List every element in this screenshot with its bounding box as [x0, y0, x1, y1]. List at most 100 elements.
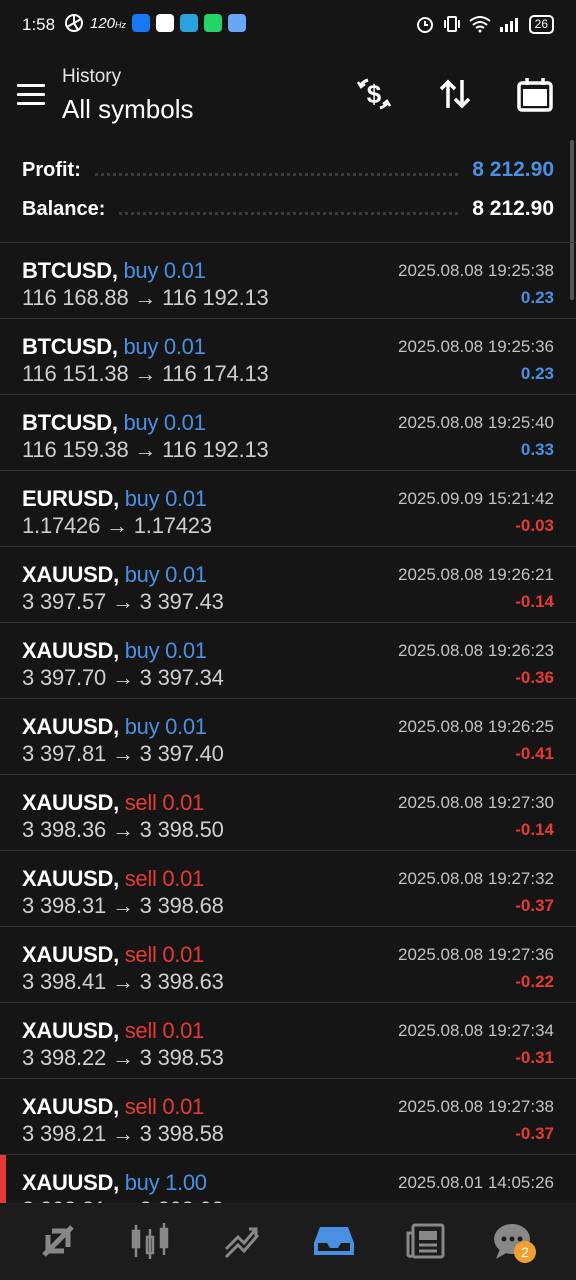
trade-symbol: XAUUSD, sell 0.01 [22, 866, 204, 892]
trade-side-volume: buy 0.01 [124, 562, 207, 587]
trade-profit: -0.03 [515, 516, 554, 535]
profit-summary: Profit: 8 212.90 [22, 156, 554, 184]
status-bar: 1:58 120Hz 26 [0, 0, 576, 52]
trade-row[interactable]: XAUUSD, sell 0.01 3 398.31 → 3 398.68 2025… [0, 850, 576, 926]
quotes-icon [42, 1225, 74, 1257]
symbol-name: XAUUSD, [22, 790, 119, 815]
wifi-icon [469, 16, 491, 33]
trade-time: 2025.08.08 19:27:32 [398, 869, 554, 888]
dollar-exchange-icon: $ [356, 78, 392, 110]
trade-side-volume: sell 0.01 [124, 1018, 205, 1043]
nav-history[interactable] [310, 1217, 358, 1265]
trade-row[interactable]: BTCUSD, buy 0.01 116 151.38 → 116 174.13 2… [0, 318, 576, 394]
symbol-name: XAUUSD, [22, 1094, 119, 1119]
sort-button[interactable] [435, 74, 475, 114]
trade-prices: 3 398.41 → 3 398.63 [22, 969, 224, 994]
trade-time: 2025.08.08 19:25:40 [398, 413, 554, 432]
trade-row[interactable]: XAUUSD, sell 0.01 3 398.22 → 3 398.53 2025… [0, 1002, 576, 1078]
open-position-marker [0, 1155, 6, 1205]
trade-time: 2025.08.01 14:05:26 [398, 1173, 554, 1192]
trade-profit: -0.37 [515, 1124, 554, 1143]
trade-symbol: XAUUSD, buy 0.01 [22, 562, 207, 588]
trade-profit: 0.23 [520, 364, 554, 383]
nav-messages[interactable]: 2 [490, 1217, 538, 1265]
vibrate-icon [443, 16, 460, 32]
trade-row[interactable]: BTCUSD, buy 0.01 116 159.38 → 116 192.13 2… [0, 394, 576, 470]
trade-row[interactable]: XAUUSD, sell 0.01 3 398.36 → 3 398.50 2025… [0, 774, 576, 850]
trade-row[interactable]: XAUUSD, buy 0.01 3 397.57 → 3 397.43 2025.… [0, 546, 576, 622]
status-time: 1:58 [22, 15, 56, 34]
profit-value: 8 212.90 [472, 158, 554, 181]
trade-row[interactable]: XAUUSD, buy 0.01 3 397.70 → 3 397.34 2025.… [0, 622, 576, 698]
trade-profit: 0.23 [520, 288, 554, 307]
symbol-name: EURUSD, [22, 486, 119, 511]
trade-prices: 116 151.38 → 116 174.13 [22, 361, 269, 386]
calendar-icon [517, 78, 553, 112]
balance-label: Balance: [22, 197, 106, 220]
signal-icon [499, 18, 518, 32]
trade-side-volume: buy 0.01 [123, 334, 206, 359]
nav-quotes[interactable] [34, 1217, 82, 1265]
symbol-name: BTCUSD, [22, 334, 118, 359]
svg-text:$: $ [367, 79, 382, 109]
trade-symbol: XAUUSD, sell 0.01 [22, 942, 204, 968]
trade-time: 2025.08.08 19:27:36 [398, 945, 554, 964]
symbol-name: XAUUSD, [22, 562, 119, 587]
messages-badge: 2 [514, 1241, 536, 1263]
trade-symbol: XAUUSD, sell 0.01 [22, 1094, 204, 1120]
trade-prices: 3 398.21 → 3 398.58 [22, 1121, 224, 1146]
symbol-name: XAUUSD, [22, 638, 119, 663]
trade-time: 2025.08.08 19:25:36 [398, 337, 554, 356]
trade-prices: 1.17426 → 1.17423 [22, 513, 212, 538]
calendar-button[interactable] [515, 74, 555, 114]
trade-side-volume: buy 0.01 [124, 486, 207, 511]
deposit-button[interactable]: $ [354, 74, 394, 114]
trade-prices: 3 398.31 → 3 398.68 [22, 893, 224, 918]
trade-profit: -0.14 [515, 592, 554, 611]
trade-side-volume: buy 0.01 [123, 258, 206, 283]
trade-side-volume: sell 0.01 [124, 790, 205, 815]
facebook-icon [132, 14, 151, 32]
trade-symbol: BTCUSD, buy 0.01 [22, 258, 206, 284]
trade-history-list[interactable]: BTCUSD, buy 0.01 116 168.88 → 116 192.13 2… [0, 242, 576, 1230]
nav-news[interactable] [402, 1217, 450, 1265]
status-left-icons: 120Hz [64, 13, 247, 33]
news-icon [406, 1223, 445, 1259]
sort-arrows-icon [439, 79, 471, 109]
trade-side-volume: buy 0.01 [124, 638, 207, 663]
trade-row[interactable]: EURUSD, buy 0.01 1.17426 → 1.17423 2025.09… [0, 470, 576, 546]
pinwheel-icon [65, 14, 83, 32]
trade-symbol: XAUUSD, sell 0.01 [22, 1018, 204, 1044]
trade-row[interactable]: BTCUSD, buy 0.01 116 168.88 → 116 192.13 2… [0, 242, 576, 318]
trade-profit: 0.33 [520, 440, 554, 459]
trade-row[interactable]: XAUUSD, buy 0.01 3 397.81 → 3 397.40 2025.… [0, 698, 576, 774]
trade-time: 2025.08.08 19:27:30 [398, 793, 554, 812]
bottom-navigation: 2 [0, 1203, 576, 1280]
symbol-name: BTCUSD, [22, 258, 118, 283]
trade-symbol: EURUSD, buy 0.01 [22, 486, 207, 512]
trade-row[interactable]: XAUUSD, sell 0.01 3 398.21 → 3 398.58 2025… [0, 1078, 576, 1154]
symbol-name: XAUUSD, [22, 942, 119, 967]
trade-side-volume: sell 0.01 [124, 866, 205, 891]
trade-profit: -0.14 [515, 820, 554, 839]
status-right-icons: 26 [415, 14, 554, 34]
trade-time: 2025.08.08 19:27:34 [398, 1021, 554, 1040]
page-title[interactable]: All symbols [62, 94, 193, 125]
trade-row[interactable]: XAUUSD, sell 0.01 3 398.41 → 3 398.63 2025… [0, 926, 576, 1002]
trade-side-volume: buy 0.01 [124, 714, 207, 739]
trade-prices: 116 168.88 → 116 192.13 [22, 285, 269, 310]
app-icon [156, 14, 175, 32]
nav-trade[interactable] [218, 1217, 266, 1265]
nav-chart[interactable] [126, 1217, 174, 1265]
dotted-leader [94, 172, 459, 176]
symbol-name: XAUUSD, [22, 1170, 119, 1195]
trade-prices: 116 159.38 → 116 192.13 [22, 437, 269, 462]
hamburger-menu-icon[interactable] [17, 84, 45, 106]
trade-profit: -0.37 [515, 896, 554, 915]
trade-profit: -0.36 [515, 668, 554, 687]
trade-prices: 3 397.57 → 3 397.43 [22, 589, 224, 614]
symbol-name: XAUUSD, [22, 866, 119, 891]
trade-time: 2025.08.08 19:26:21 [398, 565, 554, 584]
symbol-name: XAUUSD, [22, 714, 119, 739]
trade-side-volume: buy 0.01 [123, 410, 206, 435]
